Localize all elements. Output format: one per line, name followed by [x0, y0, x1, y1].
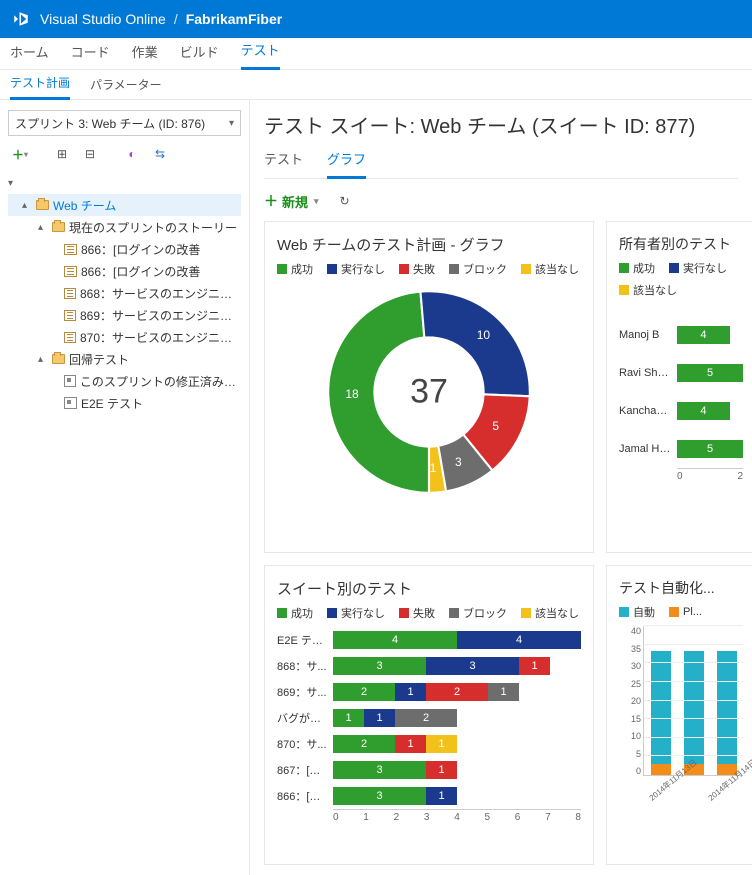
tab-build[interactable]: ビルド: [180, 36, 219, 69]
folder-icon: [52, 222, 65, 232]
plus-icon: ＋: [264, 191, 278, 211]
donut-total: 37: [410, 373, 448, 412]
bar-row: Manoj B4: [619, 316, 743, 354]
widget-title: テスト自動化...: [619, 578, 743, 598]
vs-logo-icon: [12, 10, 30, 28]
subtab-testplan[interactable]: テスト計画: [10, 68, 70, 100]
left-toolbar: ＋▾ ⊞ ⊟ ◐ ⇆: [8, 136, 241, 172]
legend: 成功 実行なし 該当なし: [619, 260, 743, 298]
tree-regression[interactable]: ▴ 回帰テスト: [8, 348, 241, 370]
tree-caret-root[interactable]: ▾: [8, 172, 241, 194]
suite-tree: ▾ ▴ Web チーム ▴ 現在のスプリントのストーリー 866：[ログインの改…: [8, 172, 241, 414]
widget-by-owner[interactable]: 所有者別のテスト 成功 実行なし 該当なし Manoj B4Ravi Sha..…: [606, 221, 752, 553]
bar-row: 868：サ...331: [277, 653, 581, 679]
breadcrumb-sep: /: [174, 11, 178, 27]
primary-tabs: ホーム コード 作業 ビルド テスト: [0, 38, 752, 70]
plan-selector[interactable]: スプリント 3: Web チーム (ID: 876) ▾: [8, 110, 241, 136]
tab-work[interactable]: 作業: [132, 36, 158, 69]
slice-value: 5: [492, 419, 499, 433]
slice-value: 18: [345, 387, 358, 401]
main-split: スプリント 3: Web チーム (ID: 876) ▾ ＋▾ ⊞ ⊟ ◐ ⇆ …: [0, 100, 752, 875]
bar-row: Jamal Ha...5: [619, 430, 743, 468]
tree-item[interactable]: 866：[ログインの改善: [8, 238, 241, 260]
tab-code[interactable]: コード: [71, 36, 110, 69]
suite-axis: 012345678: [333, 809, 581, 829]
new-chart-button[interactable]: ＋ 新規 ▾: [264, 191, 319, 211]
widget-automation[interactable]: テスト自動化... 自動 Pl... 4035302520151050 2014…: [606, 565, 752, 865]
export-icon[interactable]: ⇆: [152, 146, 168, 162]
owner-bars: Manoj B4Ravi Sha...5Kanchan...4Jamal Ha.…: [619, 316, 743, 468]
right-toolbar: ＋ 新規 ▾ ↻: [264, 187, 738, 221]
widget-title: 所有者別のテスト: [619, 234, 743, 254]
right-pane: テスト スイート: Web チーム (スイート ID: 877) テスト グラフ…: [250, 100, 752, 875]
static-suite-icon: [64, 397, 77, 409]
query-suite-icon: [64, 375, 76, 387]
slice-value: 10: [477, 328, 490, 342]
tree-current-sprint[interactable]: ▴ 現在のスプリントのストーリー: [8, 216, 241, 238]
tree-item[interactable]: このスプリントの修正済みのバグ: [8, 370, 241, 392]
top-bar: Visual Studio Online / FabrikamFiber: [0, 0, 752, 38]
tab-charts[interactable]: グラフ: [327, 145, 366, 179]
collapse-all-icon[interactable]: ⊟: [82, 146, 98, 162]
folder-icon: [52, 354, 65, 364]
tab-tests[interactable]: テスト: [264, 145, 303, 178]
legend: 自動 Pl...: [619, 604, 743, 620]
widget-title: Web チームのテスト計画 - グラフ: [277, 234, 581, 255]
tab-home[interactable]: ホーム: [10, 36, 49, 69]
folder-icon: [36, 200, 49, 210]
widget-grid: Web チームのテスト計画 - グラフ 成功 実行なし 失敗 ブロック 該当なし…: [264, 221, 738, 865]
automation-chart: 4035302520151050 2014年11月13日2014年11月14日2…: [619, 626, 743, 796]
expand-all-icon[interactable]: ⊞: [54, 146, 70, 162]
chevron-down-icon: ▾: [229, 118, 234, 129]
refresh-icon[interactable]: ↻: [337, 193, 353, 209]
bar-row: バグが修...112: [277, 705, 581, 731]
tree-item[interactable]: 868：サービスのエンジニア リ...: [8, 282, 241, 304]
widget-by-suite[interactable]: スイート別のテスト 成功 実行なし 失敗 ブロック 該当なし E2E テスト44…: [264, 565, 594, 865]
slice-value: 1: [430, 461, 437, 475]
requirement-suite-icon: [64, 310, 76, 321]
product-link[interactable]: Visual Studio Online: [40, 11, 166, 27]
bar-row: Ravi Sha...5: [619, 354, 743, 392]
tree-item[interactable]: 869：サービスのエンジニア リ...: [8, 304, 241, 326]
bar-row: 867：[ロ...31: [277, 757, 581, 783]
requirement-suite-icon: [64, 244, 77, 255]
bar-row: 870：サ...211: [277, 731, 581, 757]
left-pane: スプリント 3: Web チーム (ID: 876) ▾ ＋▾ ⊞ ⊟ ◐ ⇆ …: [0, 100, 250, 875]
requirement-suite-icon: [64, 332, 76, 343]
bar-row: 866：[ロ...31: [277, 783, 581, 809]
show-test-points-icon[interactable]: ◐: [124, 146, 140, 162]
suite-title: テスト スイート: Web チーム (スイート ID: 877): [264, 110, 738, 139]
legend: 成功 実行なし 失敗 ブロック 該当なし: [277, 261, 581, 277]
secondary-tabs: テスト計画 パラメーター: [0, 70, 752, 100]
subtab-parameters[interactable]: パラメーター: [90, 70, 162, 99]
legend: 成功 実行なし 失敗 ブロック 該当なし: [277, 605, 581, 621]
requirement-suite-icon: [64, 288, 76, 299]
tab-test[interactable]: テスト: [241, 34, 280, 70]
owner-axis: 02: [677, 468, 743, 488]
slice-value: 3: [455, 455, 462, 469]
donut-chart: 37 18 10 5 3 1: [324, 287, 534, 497]
widget-plan-donut[interactable]: Web チームのテスト計画 - グラフ 成功 実行なし 失敗 ブロック 該当なし…: [264, 221, 594, 553]
right-tabs: テスト グラフ: [264, 145, 738, 179]
widget-title: スイート別のテスト: [277, 578, 581, 599]
tree-item[interactable]: 866：[ログインの改善: [8, 260, 241, 282]
bar-row: 869：サ...2121: [277, 679, 581, 705]
suite-bars: E2E テスト44868：サ...331869：サ...2121バグが修...1…: [277, 627, 581, 809]
tree-item[interactable]: 870：サービスのエンジニア リ...: [8, 326, 241, 348]
tree-root[interactable]: ▴ Web チーム: [8, 194, 241, 216]
bar-row: Kanchan...4: [619, 392, 743, 430]
plan-selector-text: スプリント 3: Web チーム (ID: 876): [15, 115, 205, 132]
tree-item[interactable]: E2E テスト: [8, 392, 241, 414]
chevron-down-icon: ▾: [314, 196, 319, 207]
new-suite-button[interactable]: ＋▾: [12, 146, 28, 162]
bar-row: E2E テスト44: [277, 627, 581, 653]
requirement-suite-icon: [64, 266, 77, 277]
project-link[interactable]: FabrikamFiber: [186, 11, 282, 27]
